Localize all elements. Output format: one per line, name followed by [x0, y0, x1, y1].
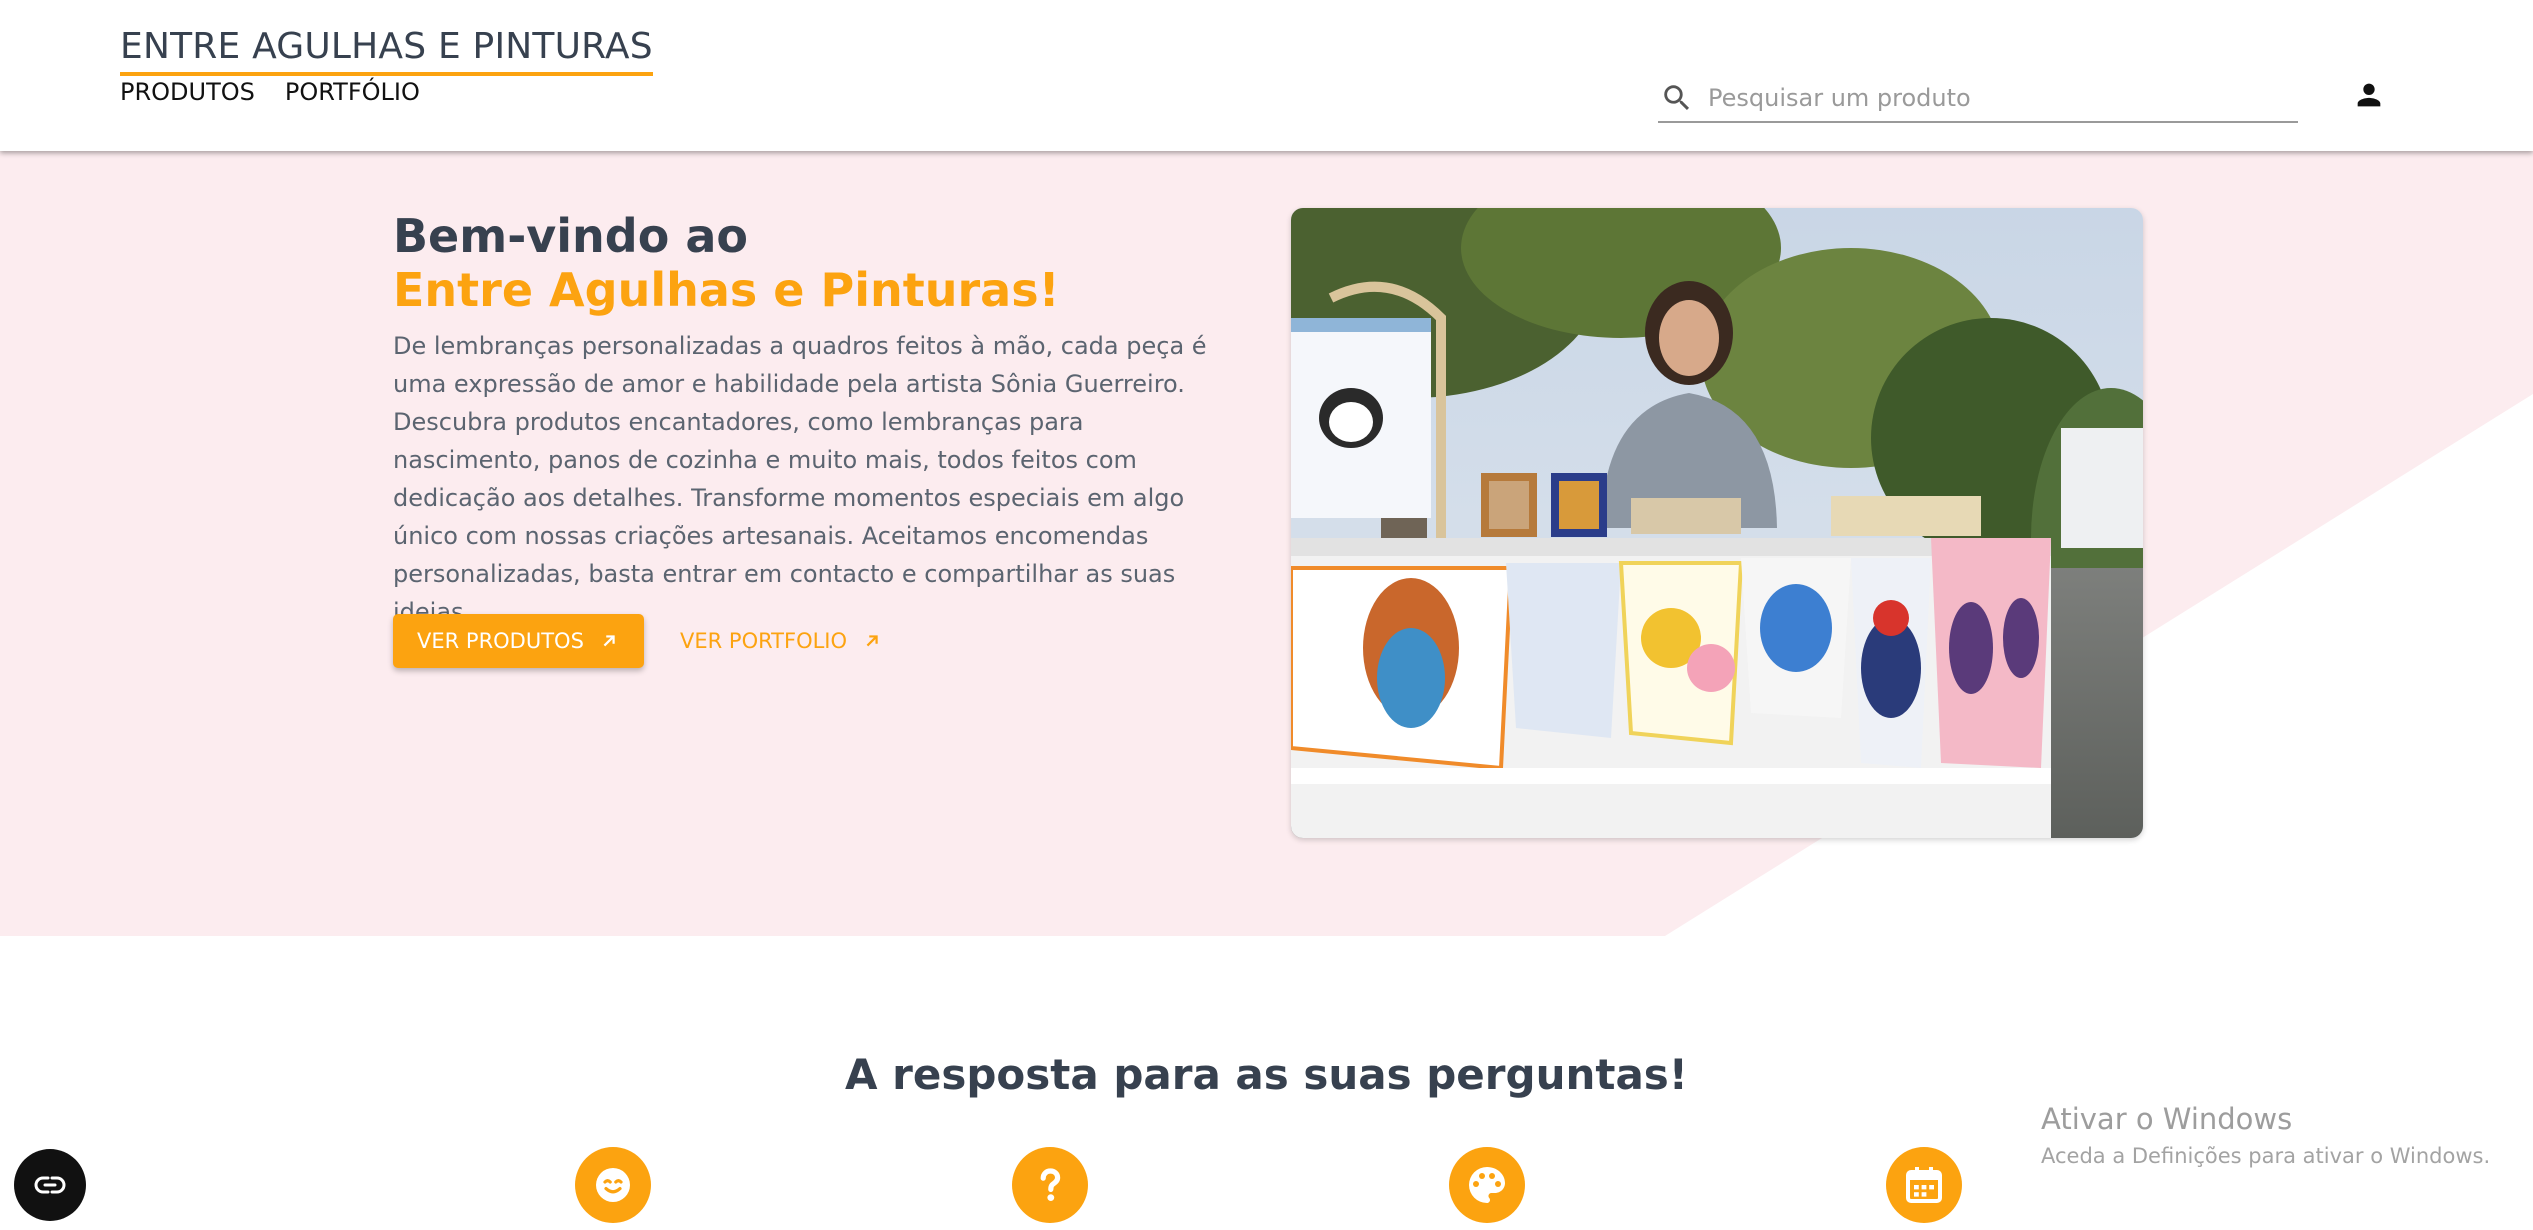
- brand-logo[interactable]: ENTRE AGULHAS E PINTURAS: [120, 26, 653, 76]
- palette-icon: [1469, 1167, 1505, 1203]
- faq-title: A resposta para as suas perguntas!: [845, 1050, 1688, 1099]
- faq-item-question: [1012, 1147, 1088, 1223]
- hero-photo: [1291, 208, 2143, 838]
- windows-activation-subtitle: Aceda a Definições para ativar o Windows…: [2041, 1144, 2491, 1168]
- arrow-up-right-icon: [866, 635, 878, 647]
- calendar-icon: [1906, 1167, 1942, 1203]
- search-input[interactable]: [1706, 83, 2270, 113]
- hero-title-brand: Entre Agulhas e Pinturas!: [393, 263, 1060, 317]
- view-products-button[interactable]: VER PRODUTOS: [393, 614, 644, 668]
- main-nav: PRODUTOS PORTFÓLIO: [120, 78, 420, 106]
- arrow-up-right-icon: [603, 635, 615, 647]
- view-products-label: VER PRODUTOS: [417, 629, 584, 653]
- view-portfolio-button[interactable]: VER PORTFOLIO: [656, 614, 907, 668]
- search-bar: [1658, 75, 2298, 123]
- person-icon[interactable]: [2352, 78, 2386, 112]
- nav-produtos[interactable]: PRODUTOS: [120, 78, 255, 106]
- nav-portfolio[interactable]: PORTFÓLIO: [285, 78, 420, 106]
- hero-title-line1: Bem-vindo ao: [393, 209, 748, 263]
- market-stall-photo: [1291, 208, 2143, 838]
- faq-item-palette: [1449, 1147, 1525, 1223]
- hero-section: Bem-vindo ao Entre Agulhas e Pinturas! D…: [0, 151, 2533, 936]
- view-portfolio-label: VER PORTFOLIO: [680, 629, 848, 653]
- accessibility-widget-button[interactable]: [14, 1149, 86, 1221]
- smiley-icon: [596, 1168, 630, 1202]
- hero-title: Bem-vindo ao Entre Agulhas e Pinturas!: [393, 209, 1060, 317]
- question-icon: [1040, 1168, 1061, 1201]
- hero-background: [0, 151, 2533, 936]
- site-header: ENTRE AGULHAS E PINTURAS PRODUTOS PORTFÓ…: [0, 0, 2533, 151]
- faq-item-smiley: [575, 1147, 651, 1223]
- faq-item-calendar: [1886, 1147, 1962, 1223]
- hero-description: De lembranças personalizadas a quadros f…: [393, 332, 1207, 626]
- search-icon[interactable]: [1660, 81, 1694, 115]
- accessibility-icon: [34, 1176, 66, 1194]
- windows-activation-title: Ativar o Windows: [2041, 1102, 2293, 1136]
